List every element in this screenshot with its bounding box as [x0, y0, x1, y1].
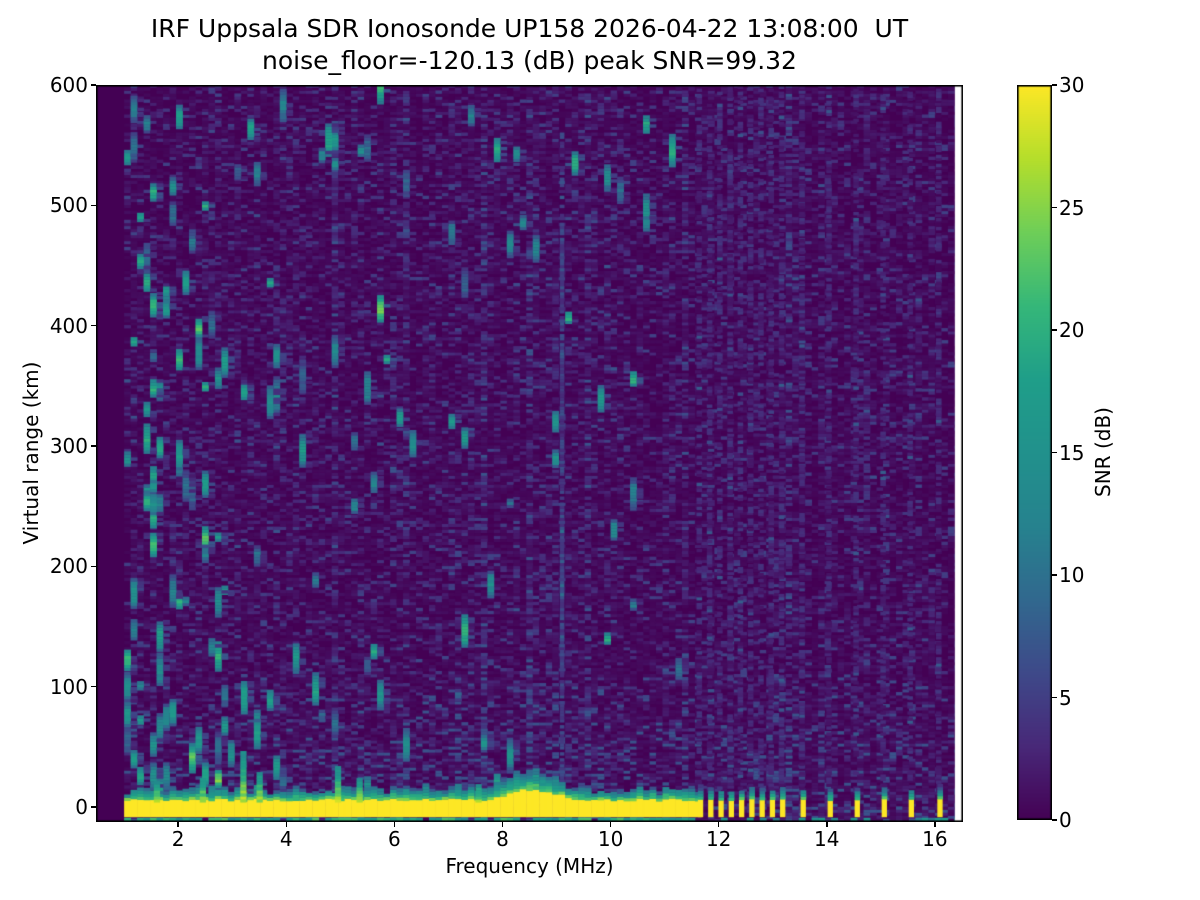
colorbar-tick — [1052, 452, 1057, 454]
y-tick — [91, 205, 96, 207]
y-tick — [91, 445, 96, 447]
colorbar-canvas — [1017, 85, 1052, 820]
x-tick-label: 16 — [905, 829, 965, 849]
y-tick — [91, 566, 96, 568]
colorbar-tick — [1052, 84, 1057, 86]
colorbar-tick-label: 20 — [1059, 320, 1119, 340]
x-tick-label: 14 — [797, 829, 857, 849]
x-tick-label: 6 — [364, 829, 424, 849]
y-tick-label: 200 — [28, 556, 88, 576]
x-tick-label: 8 — [472, 829, 532, 849]
y-tick-label: 300 — [28, 436, 88, 456]
y-tick-label: 100 — [28, 677, 88, 697]
y-tick — [91, 806, 96, 808]
chart-title-line1: IRF Uppsala SDR Ionosonde UP158 2026-04-… — [96, 14, 963, 44]
x-tick-label: 2 — [148, 829, 208, 849]
colorbar-tick — [1052, 329, 1057, 331]
colorbar-tick — [1052, 574, 1057, 576]
y-tick-label: 600 — [28, 75, 88, 95]
colorbar-tick-label: 5 — [1059, 688, 1119, 708]
y-tick — [91, 325, 96, 327]
colorbar-tick-label: 10 — [1059, 565, 1119, 585]
ionogram-heatmap-canvas — [96, 85, 963, 822]
colorbar-tick — [1052, 697, 1057, 699]
colorbar-tick — [1052, 207, 1057, 209]
y-tick-label: 400 — [28, 316, 88, 336]
colorbar-tick-label: 0 — [1059, 810, 1119, 830]
y-tick — [91, 84, 96, 86]
ionogram-figure: IRF Uppsala SDR Ionosonde UP158 2026-04-… — [0, 0, 1200, 900]
x-tick-label: 12 — [689, 829, 749, 849]
x-axis-label: Frequency (MHz) — [96, 854, 963, 878]
x-tick-label: 4 — [256, 829, 316, 849]
colorbar-tick-label: 15 — [1059, 443, 1119, 463]
colorbar-tick-label: 25 — [1059, 198, 1119, 218]
chart-title-line2: noise_floor=-120.13 (dB) peak SNR=99.32 — [96, 46, 963, 76]
y-tick-label: 500 — [28, 195, 88, 215]
colorbar-tick-label: 30 — [1059, 75, 1119, 95]
y-tick-label: 0 — [28, 797, 88, 817]
colorbar-tick — [1052, 819, 1057, 821]
y-tick — [91, 686, 96, 688]
x-tick-label: 10 — [581, 829, 641, 849]
